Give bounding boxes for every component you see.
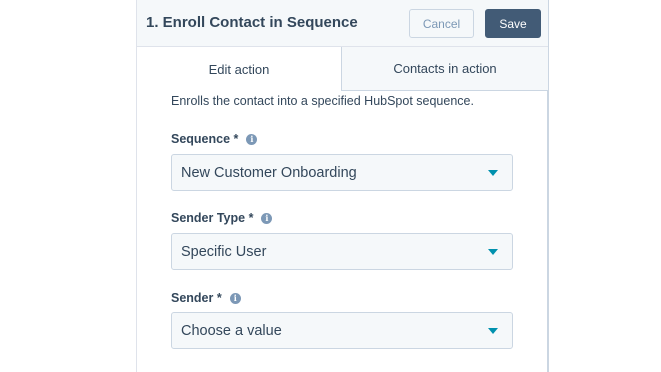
caret-down-icon	[488, 170, 498, 176]
sender-select-value: Choose a value	[181, 322, 282, 339]
tab-bar: Edit action Contacts in action	[137, 47, 548, 91]
caret-down-icon	[488, 328, 498, 334]
sequence-select-value: New Customer Onboarding	[181, 164, 357, 181]
action-panel: 1. Enroll Contact in Sequence Cancel Sav…	[136, 0, 549, 372]
panel-header: 1. Enroll Contact in Sequence Cancel Sav…	[137, 0, 548, 47]
sequence-select[interactable]: New Customer Onboarding	[171, 154, 513, 191]
action-description: Enrolls the contact into a specified Hub…	[171, 94, 474, 108]
panel-title: 1. Enroll Contact in Sequence	[146, 14, 358, 31]
sender-select[interactable]: Choose a value	[171, 312, 513, 349]
cancel-button[interactable]: Cancel	[409, 9, 474, 38]
sender-label: Sender * i	[171, 291, 241, 305]
sender-label-text: Sender *	[171, 291, 222, 305]
sequence-label: Sequence * i	[171, 132, 258, 146]
tab-contacts-in-action[interactable]: Contacts in action	[342, 47, 548, 91]
save-button[interactable]: Save	[485, 9, 541, 38]
info-icon[interactable]: i	[229, 292, 241, 304]
sender-type-select-value: Specific User	[181, 243, 267, 260]
info-icon[interactable]: i	[261, 212, 273, 224]
sequence-label-text: Sequence *	[171, 132, 239, 146]
sender-type-label-text: Sender Type *	[171, 211, 254, 225]
info-icon[interactable]: i	[246, 133, 258, 145]
sender-type-label: Sender Type * i	[171, 211, 273, 225]
sender-type-select[interactable]: Specific User	[171, 233, 513, 270]
caret-down-icon	[488, 249, 498, 255]
tab-edit-action[interactable]: Edit action	[137, 47, 342, 91]
